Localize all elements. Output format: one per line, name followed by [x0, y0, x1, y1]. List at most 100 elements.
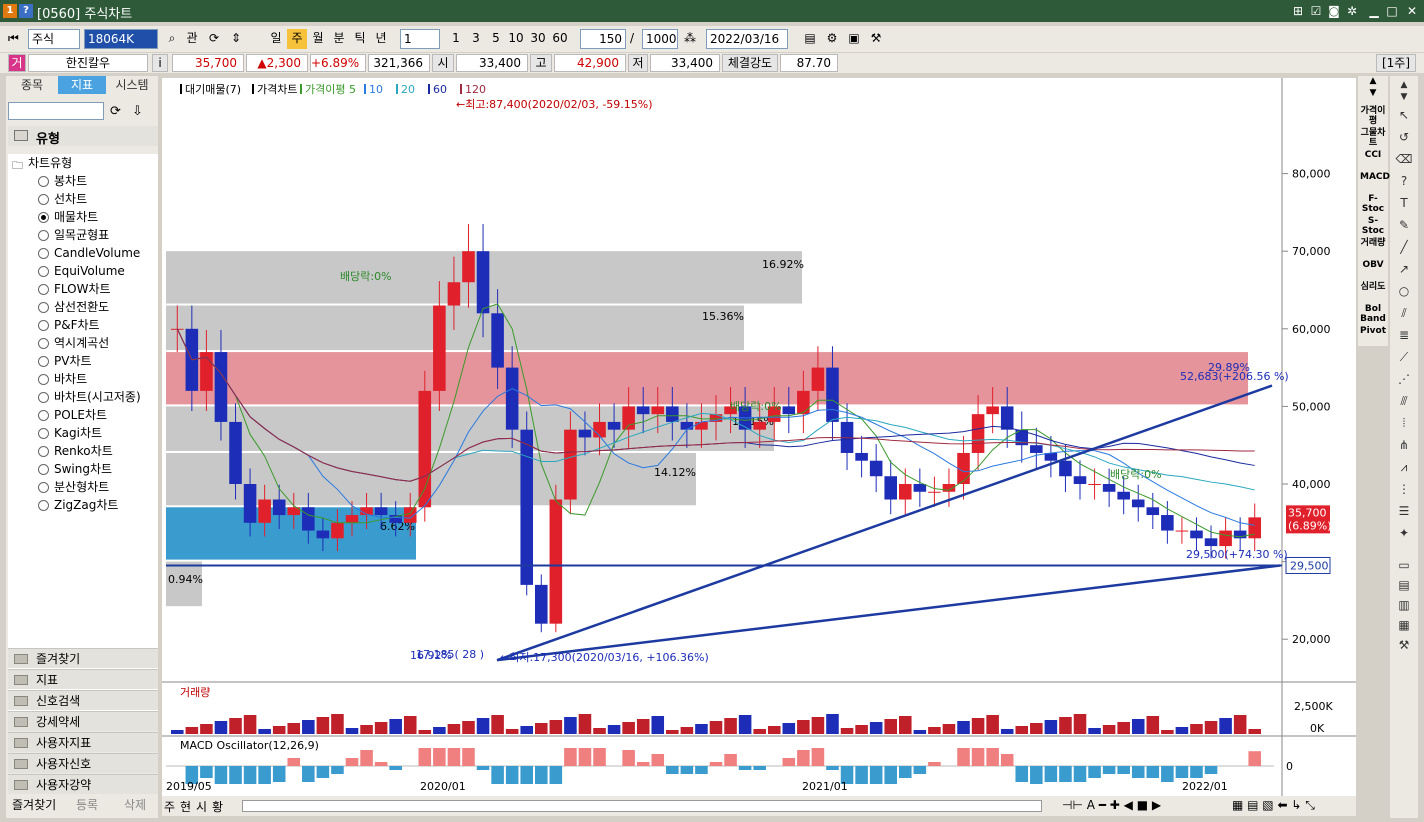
period-year[interactable]: 년	[371, 29, 391, 49]
close-icon[interactable]: ✕	[1404, 3, 1420, 19]
interval-60[interactable]: 60	[550, 29, 570, 49]
text-icon[interactable]: T	[1394, 194, 1414, 212]
date-select[interactable]: 2022/03/16	[706, 29, 788, 49]
view-controls[interactable]: ▦ ▤ ▧ ⬅ ↳ ⤡	[1232, 798, 1315, 813]
display-count-input[interactable]: 150	[580, 29, 626, 49]
cycle-icon[interactable]: ⦙	[1394, 414, 1414, 432]
market-select[interactable]: 주식	[28, 29, 80, 49]
search-button[interactable]: 관	[182, 29, 202, 49]
gear-icon[interactable]: ✲	[1344, 3, 1360, 19]
chart-type-option[interactable]: POLE차트	[32, 406, 107, 424]
interval-1[interactable]: 1	[446, 29, 466, 49]
radio-icon[interactable]	[38, 320, 49, 331]
undo-icon[interactable]: ↺	[1394, 128, 1414, 146]
indicator-button[interactable]: Bol Band	[1360, 304, 1386, 324]
chart-type-option[interactable]: 삼선전환도	[32, 298, 109, 316]
radio-icon[interactable]	[38, 338, 49, 349]
chart-type-option[interactable]: 일목균형표	[32, 226, 109, 244]
interval-30[interactable]: 30	[528, 29, 548, 49]
bar-chart-icon[interactable]: ▥	[1394, 596, 1414, 614]
code-input[interactable]: 18064K	[84, 29, 158, 49]
settings-icon[interactable]: ⚙	[822, 29, 842, 49]
radio-icon[interactable]	[38, 230, 49, 241]
speed-icon[interactable]: ⩘	[1394, 458, 1414, 476]
chart-icon[interactable]: ▤	[800, 29, 820, 49]
tab-favorites[interactable]: 즐겨찾기	[12, 796, 56, 813]
chart-type-option[interactable]: 봉차트	[32, 172, 87, 190]
chart-type-option[interactable]: 역시계곡선	[32, 334, 109, 352]
indicator-button[interactable]: F-Stoc	[1360, 194, 1386, 214]
gann-icon[interactable]: ⟋	[1394, 348, 1414, 366]
group-5[interactable]: 사용자신호	[8, 753, 158, 773]
radio-icon[interactable]	[38, 248, 49, 259]
chart-type-option[interactable]: PV차트	[32, 352, 92, 370]
scroll-down-icon[interactable]: ▼	[1394, 88, 1414, 106]
radio-icon[interactable]	[38, 482, 49, 493]
chart-type-option[interactable]: 분산형차트	[32, 478, 109, 496]
nav-status[interactable]: 황	[212, 798, 223, 815]
list-icon[interactable]: ▦	[1394, 616, 1414, 634]
chart-type-option[interactable]: P&F차트	[32, 316, 100, 334]
interval-5[interactable]: 5	[486, 29, 506, 49]
spin-icon[interactable]: ⇕	[226, 29, 246, 49]
period-day[interactable]: 일	[266, 29, 286, 49]
tools-icon[interactable]: ⚒	[866, 29, 886, 49]
radio-icon[interactable]	[38, 446, 49, 457]
radio-icon[interactable]	[38, 356, 49, 367]
period-month[interactable]: 월	[308, 29, 328, 49]
cursor-icon[interactable]: ↖	[1394, 106, 1414, 124]
indicator-button[interactable]: Pivot	[1360, 326, 1386, 336]
chart-area[interactable]: 16.92% 15.36% 16.15% 14.12% 6.62% 0.94% 80,000…	[162, 78, 1356, 814]
group-3[interactable]: 강세약세	[8, 711, 158, 731]
tab-system[interactable]: 시스템	[108, 76, 156, 94]
zoom-controls[interactable]: ⊣⊢ A ━ ✚ ◀ ■ ▶	[1062, 798, 1161, 812]
camera-icon[interactable]: ◙	[1326, 3, 1342, 19]
save-icon[interactable]: ▣	[844, 29, 864, 49]
radio-icon[interactable]	[38, 428, 49, 439]
group-0[interactable]: 즐겨찾기	[8, 648, 158, 668]
indicator-button[interactable]: S-Stoc	[1360, 216, 1386, 236]
indicator-button[interactable]: 가격이평	[1360, 106, 1386, 126]
chart-type-option[interactable]: 바차트	[32, 370, 87, 388]
chart-type-option[interactable]: 바차트(시고저종)	[32, 388, 141, 406]
andrews-icon[interactable]: ⋔	[1394, 436, 1414, 454]
info-icon[interactable]: i	[152, 54, 168, 72]
radio-icon[interactable]	[38, 302, 49, 313]
refresh-icon[interactable]: ⟳	[204, 29, 224, 49]
reload-icon[interactable]: ⟳	[110, 104, 121, 119]
indicator-button[interactable]: 심리도	[1360, 282, 1386, 292]
period-tick[interactable]: 틱	[350, 29, 370, 49]
register-button[interactable]: 등록	[76, 796, 98, 813]
channel-icon[interactable]: ⫽	[1394, 304, 1414, 322]
fan-icon[interactable]: ⋰	[1394, 370, 1414, 388]
nav-current[interactable]: 현	[180, 798, 191, 815]
interval-10[interactable]: 10	[506, 29, 526, 49]
chart-type-option[interactable]: EquiVolume	[32, 262, 125, 280]
chart-type-option[interactable]: FLOW차트	[32, 280, 111, 298]
search-icon[interactable]: ⌕	[162, 29, 182, 49]
filter-input[interactable]	[8, 102, 104, 120]
radio-icon[interactable]	[38, 266, 49, 277]
interval-3[interactable]: 3	[466, 29, 486, 49]
chart-type-option[interactable]: ZigZag차트	[32, 496, 118, 514]
download-icon[interactable]: ⇩	[132, 104, 143, 119]
auto-icon[interactable]: ✦	[1394, 524, 1414, 542]
checkbox-icon[interactable]: ☑	[1308, 3, 1324, 19]
eraser-icon[interactable]: ⌫	[1394, 150, 1414, 168]
first-icon[interactable]: ⏮	[8, 29, 26, 49]
group-1[interactable]: 지표	[8, 669, 158, 689]
line-icon[interactable]: ╱	[1394, 238, 1414, 256]
indicator-button[interactable]: 그물차트	[1360, 128, 1386, 148]
period-minute[interactable]: 분	[329, 29, 349, 49]
period-week[interactable]: 주	[287, 29, 307, 49]
circle-icon[interactable]: ○	[1394, 282, 1414, 300]
indicator-button[interactable]: OBV	[1360, 260, 1386, 270]
tab-stock[interactable]: 종목	[8, 76, 56, 94]
nav-time[interactable]: 시	[196, 798, 207, 815]
indicator-button[interactable]: 거래량	[1360, 238, 1386, 248]
parallel-icon[interactable]: ⫻	[1394, 392, 1414, 410]
minimize-icon[interactable]: ▁	[1366, 3, 1382, 19]
pen-icon[interactable]: ✎	[1394, 216, 1414, 234]
delete-button[interactable]: 삭제	[124, 796, 146, 813]
wrench-icon[interactable]: ⚒	[1394, 636, 1414, 654]
